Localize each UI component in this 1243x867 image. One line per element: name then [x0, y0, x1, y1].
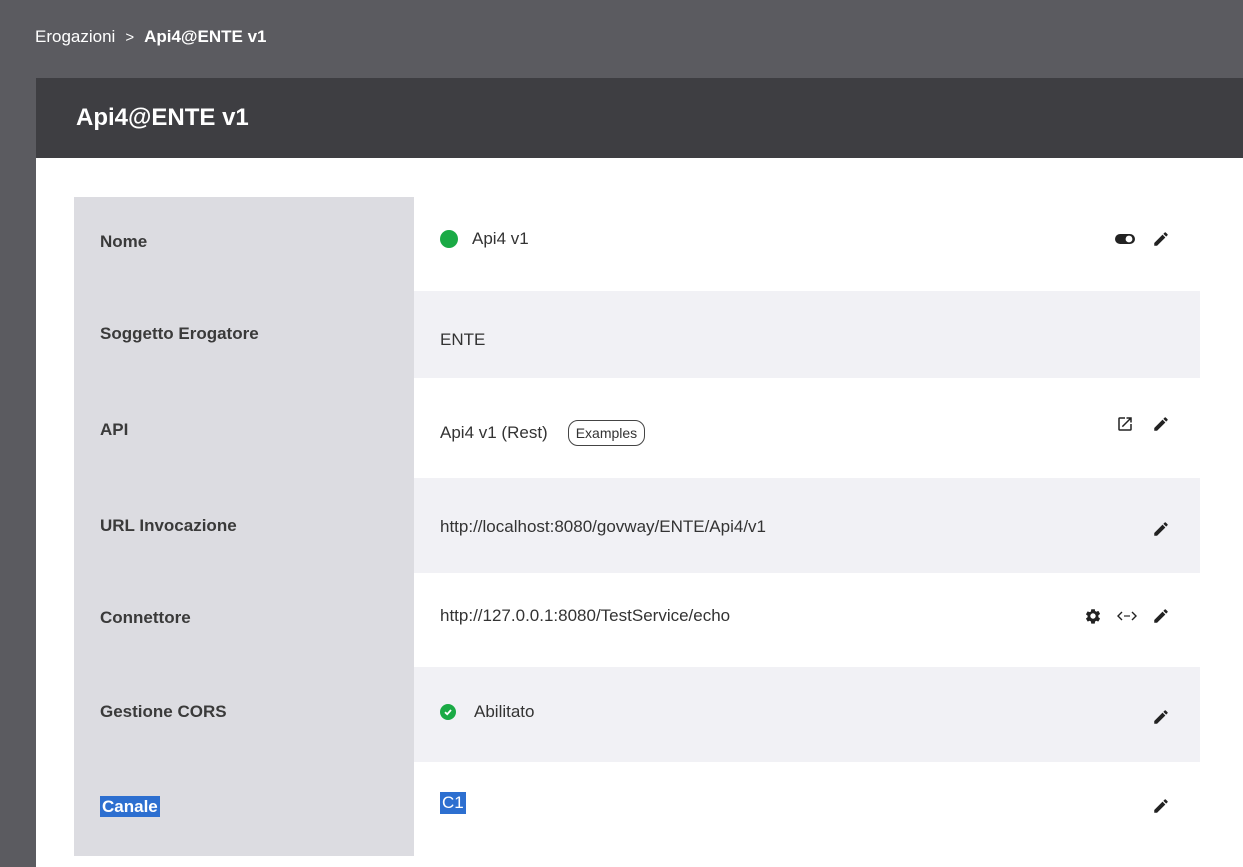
table-row-soggetto: Soggetto Erogatore ENTE: [74, 291, 1200, 378]
row-label: API: [74, 378, 414, 478]
row-value: Abilitato: [414, 667, 1200, 762]
row-value: Api4 v1 (Rest) Examples: [414, 378, 1200, 478]
detail-table: Nome Api4 v1 Soggetto Erogatore ENTE API…: [74, 197, 1200, 856]
pencil-icon[interactable]: [1150, 605, 1172, 627]
connettore-value: http://127.0.0.1:8080/TestService/echo: [440, 606, 731, 625]
row-actions: [1114, 197, 1172, 281]
table-row-canale: Canale C1: [74, 762, 1200, 856]
breadcrumb: Erogazioni > Api4@ENTE v1: [0, 0, 1243, 78]
pencil-icon[interactable]: [1150, 795, 1172, 817]
toggle-icon[interactable]: [1114, 228, 1136, 250]
canale-value: C1: [440, 792, 466, 814]
canale-label-selected: Canale: [100, 796, 160, 817]
row-label: URL Invocazione: [74, 478, 414, 573]
code-icon[interactable]: [1116, 605, 1138, 627]
table-row-nome: Nome Api4 v1: [74, 197, 1200, 291]
page-title: Api4@ENTE v1: [76, 104, 249, 131]
examples-chip[interactable]: Examples: [567, 420, 646, 446]
row-value: http://127.0.0.1:8080/TestService/echo: [414, 573, 1200, 667]
api-value: Api4 v1 (Rest): [440, 423, 548, 442]
table-row-cors: Gestione CORS Abilitato: [74, 667, 1200, 762]
pencil-icon[interactable]: [1150, 413, 1172, 435]
detail-panel: Api4@ENTE v1 Nome Api4 v1 Soggetto Eroga…: [36, 78, 1243, 867]
table-row-api: API Api4 v1 (Rest) Examples: [74, 378, 1200, 478]
breadcrumb-parent-link[interactable]: Erogazioni: [35, 27, 115, 47]
panel-header: Api4@ENTE v1: [36, 78, 1243, 158]
row-label: Connettore: [74, 573, 414, 667]
row-label: Nome: [74, 197, 414, 291]
row-value: ENTE: [414, 291, 1200, 378]
gear-icon[interactable]: [1082, 605, 1104, 627]
pencil-icon[interactable]: [1150, 706, 1172, 728]
soggetto-value: ENTE: [440, 329, 486, 349]
cors-status-value: Abilitato: [474, 701, 535, 721]
check-circle-icon: [440, 703, 456, 720]
row-actions: [1150, 667, 1172, 766]
row-label: Gestione CORS: [74, 667, 414, 762]
table-row-url: URL Invocazione http://localhost:8080/go…: [74, 478, 1200, 573]
pencil-icon[interactable]: [1150, 228, 1172, 250]
breadcrumb-separator: >: [125, 28, 135, 46]
api-name-value: Api4 v1: [472, 229, 529, 248]
url-invocazione-value: http://localhost:8080/govway/ENTE/Api4/v…: [440, 516, 767, 536]
status-dot-icon: [440, 230, 458, 248]
open-in-new-icon[interactable]: [1114, 413, 1136, 435]
pencil-icon[interactable]: [1150, 518, 1172, 540]
row-label: Canale: [74, 762, 414, 856]
row-label: Soggetto Erogatore: [74, 291, 414, 378]
row-actions: [1150, 484, 1172, 573]
row-actions: [1082, 573, 1172, 659]
row-value: Api4 v1: [414, 197, 1200, 291]
row-value: http://localhost:8080/govway/ENTE/Api4/v…: [414, 478, 1200, 573]
row-value: C1: [414, 762, 1200, 856]
row-actions: [1150, 762, 1172, 850]
table-row-connettore: Connettore http://127.0.0.1:8080/TestSer…: [74, 573, 1200, 667]
row-actions: [1114, 378, 1172, 470]
breadcrumb-current: Api4@ENTE v1: [144, 27, 267, 46]
